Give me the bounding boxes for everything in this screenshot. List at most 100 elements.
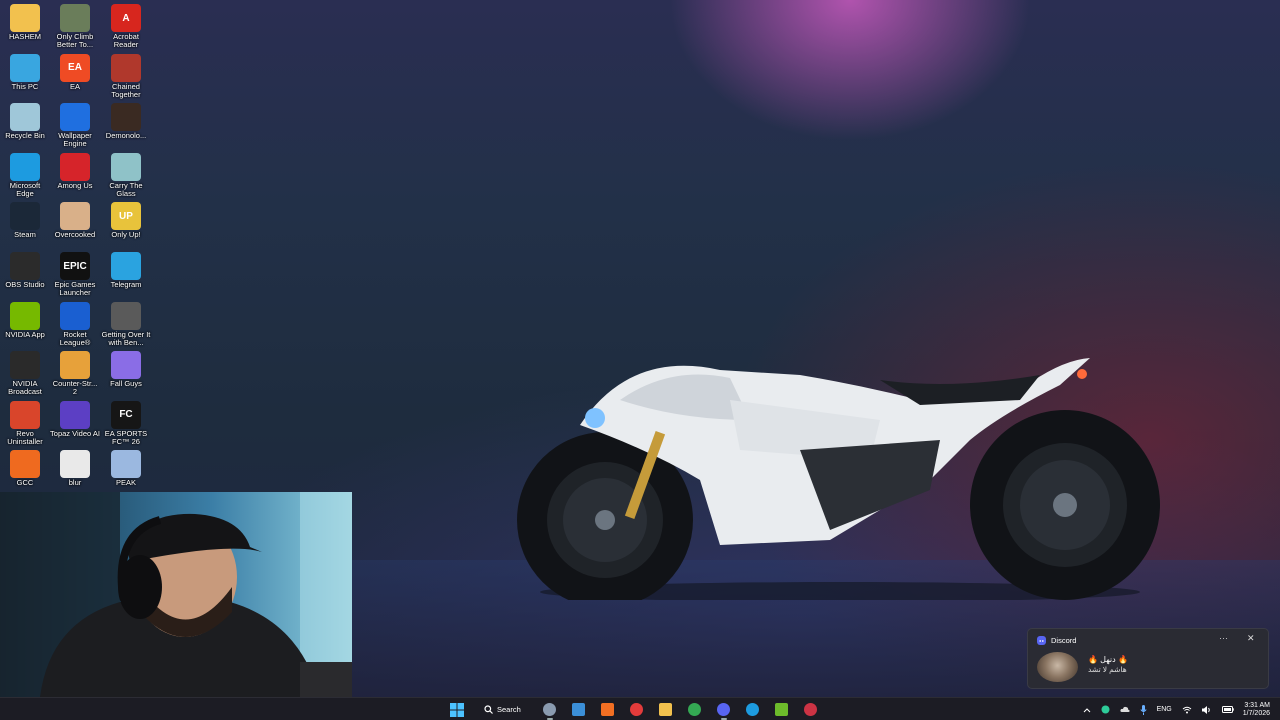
wifi-icon[interactable] <box>1177 706 1197 714</box>
desktop-icon-recycle-bin[interactable]: Recycle Bin <box>0 101 50 149</box>
desktop-icon-acrobat-reader[interactable]: A Acrobat Reader <box>101 2 151 50</box>
cloud-icon[interactable] <box>1115 706 1135 713</box>
discord-icon <box>1037 636 1046 645</box>
desktop-icon-wallpaper-engine[interactable]: Wallpaper Engine <box>50 101 100 149</box>
desktop-icon-epic-games-launcher[interactable]: EPIC Epic Games Launcher <box>50 250 100 298</box>
desktop-icon-label: Demonolo... <box>105 131 147 141</box>
taskbar-app-settings[interactable] <box>539 700 561 720</box>
taskbar-app-record-app[interactable] <box>800 700 822 720</box>
desktop-icon-label: Revo Uninstaller <box>7 428 43 446</box>
desktop-icon-nvidia-broadcast[interactable]: NVIDIA Broadcast <box>0 349 50 397</box>
desktop-icon-counter-str-2[interactable]: Counter-Str... 2 <box>50 349 100 397</box>
desktop-icon-label: Topaz Video AI <box>50 428 100 438</box>
desktop-icon-obs-studio[interactable]: OBS Studio <box>0 250 50 298</box>
soundcloud-icon <box>601 703 615 716</box>
ea-icon: EA <box>60 53 90 82</box>
desktop-icon-rocket-league[interactable]: Rocket League® <box>50 300 100 348</box>
desktop-icon-nvidia-app[interactable]: NVIDIA App <box>0 300 50 348</box>
desktop-icon-this-pc[interactable]: This PC <box>0 52 50 100</box>
photos-icon <box>572 703 586 716</box>
desktop-icon-only-up[interactable]: UP Only Up! <box>101 200 151 248</box>
desktop-icon-blur[interactable]: blur <box>50 448 100 496</box>
webcam-overlay <box>0 492 352 697</box>
wallpaper-engine-icon <box>60 103 90 132</box>
desktop-icon-microsoft-edge[interactable]: Microsoft Edge <box>0 151 50 199</box>
desktop-icon-hashem[interactable]: HASHEM <box>0 2 50 50</box>
sender-avatar <box>1037 652 1078 682</box>
desktop-icon-fall-guys[interactable]: Fall Guys <box>101 349 151 397</box>
epic-games-launcher-icon: EPIC <box>60 252 90 280</box>
taskbar-search[interactable]: Search <box>476 701 531 719</box>
desktop-icon-label: NVIDIA Broadcast <box>8 379 42 397</box>
counter-str-2-icon <box>60 351 90 380</box>
desktop-icon-getting-over-it-with-ben[interactable]: Getting Over It with Ben... <box>101 300 151 348</box>
desktop-icon-demonolo[interactable]: Demonolo... <box>101 101 151 149</box>
taskbar-apps <box>539 700 822 720</box>
chained-together-icon <box>111 53 141 82</box>
desktop-icon-ea[interactable]: EA EA <box>50 52 100 100</box>
desktop-icon-label: Getting Over It with Ben... <box>101 329 151 347</box>
obs-studio-icon <box>10 252 40 280</box>
desktop-icon-label: Acrobat Reader <box>113 32 139 49</box>
running-indicator <box>546 717 553 720</box>
desktop-icon-label: Microsoft Edge <box>9 180 41 198</box>
desktop-icon-steam[interactable]: Steam <box>0 200 50 248</box>
recycle-bin-icon <box>10 103 40 132</box>
gcc-icon <box>10 450 40 479</box>
discord-notification[interactable]: Discord ··· ✕ 🔥 دنهل 🔥 هاشم لا تشد <box>1027 628 1269 689</box>
windows-logo-icon <box>450 702 464 717</box>
start-button[interactable] <box>446 700 468 720</box>
desktop-icon-telegram[interactable]: Telegram <box>101 250 151 298</box>
desktop-icon-chained-together[interactable]: Chained Together <box>101 52 151 100</box>
microphone-icon[interactable] <box>1135 704 1152 715</box>
desktop-icon-label: Recycle Bin <box>5 131 45 141</box>
blur-icon <box>60 450 90 479</box>
taskbar-app-discord[interactable] <box>713 700 735 720</box>
notification-close-button[interactable]: ✕ <box>1247 633 1255 644</box>
desktop-icon-among-us[interactable]: Among Us <box>50 151 100 199</box>
taskbar-clock[interactable]: 3:31 AM 1/7/2026 <box>1239 702 1280 718</box>
desktop-icon-topaz-video-ai[interactable]: Topaz Video AI <box>50 399 100 447</box>
desktop-icon-carry-the-glass[interactable]: Carry The Glass <box>101 151 151 199</box>
this-pc-icon <box>10 53 40 82</box>
desktop-icon-peak[interactable]: PEAK <box>101 448 151 496</box>
clock-time: 3:31 AM <box>1244 701 1270 709</box>
volume-icon[interactable] <box>1197 705 1217 714</box>
chrome-icon <box>688 703 702 716</box>
desktop-icon-label: Fall Guys <box>110 379 142 389</box>
taskbar-app-soundcloud[interactable] <box>597 700 619 720</box>
desktop-icon-label: OBS Studio <box>5 280 45 289</box>
notification-message: هاشم لا تشد <box>1088 665 1127 674</box>
taskbar-app-file-explorer[interactable] <box>655 700 677 720</box>
taskbar-app-play-app[interactable] <box>771 700 793 720</box>
notification-more-button[interactable]: ··· <box>1219 633 1228 643</box>
settings-icon <box>543 703 557 716</box>
desktop-icon-gcc[interactable]: GCC <box>0 448 50 496</box>
record-app-icon <box>804 703 818 716</box>
microsoft-edge-icon <box>10 152 40 181</box>
taskbar-app-photos[interactable] <box>568 700 590 720</box>
tray-overflow-chevron-icon[interactable] <box>1078 707 1096 713</box>
desktop-icon-revo-uninstaller[interactable]: Revo Uninstaller <box>0 399 50 447</box>
desktop-icon-label: Chained Together <box>111 81 141 99</box>
desktop-icon-label: Only Climb Better To... <box>56 32 94 49</box>
desktop-icon-label: Wallpaper Engine <box>58 131 92 149</box>
motorcycle-wallpaper-image <box>517 358 1160 600</box>
steam-icon <box>10 202 40 231</box>
desktop-icon-only-climb-better-to[interactable]: Only Climb Better To... <box>50 2 100 50</box>
battery-icon[interactable] <box>1217 706 1239 713</box>
topaz-video-ai-icon <box>60 400 90 429</box>
desktop-icon-label: Rocket League® <box>59 329 91 347</box>
taskbar-app-cpu-tool[interactable] <box>626 700 648 720</box>
tray-app-icon[interactable] <box>1096 705 1115 714</box>
desktop-icon-ea-sports-fc-26[interactable]: FC EA SPORTS FC™ 26 <box>101 399 151 447</box>
desktop-icon-label: Steam <box>14 230 36 240</box>
taskbar: Search ENG 3:31 AM 1/7/2026 <box>0 697 1280 720</box>
system-tray: ENG 3:31 AM 1/7/2026 <box>1078 698 1280 720</box>
desktop-icon-overcooked[interactable]: Overcooked <box>50 200 100 248</box>
search-label: Search <box>497 705 521 714</box>
language-indicator[interactable]: ENG <box>1152 706 1177 713</box>
desktop-icon-label: Counter-Str... 2 <box>52 379 98 397</box>
taskbar-app-edge[interactable] <box>742 700 764 720</box>
taskbar-app-chrome[interactable] <box>684 700 706 720</box>
